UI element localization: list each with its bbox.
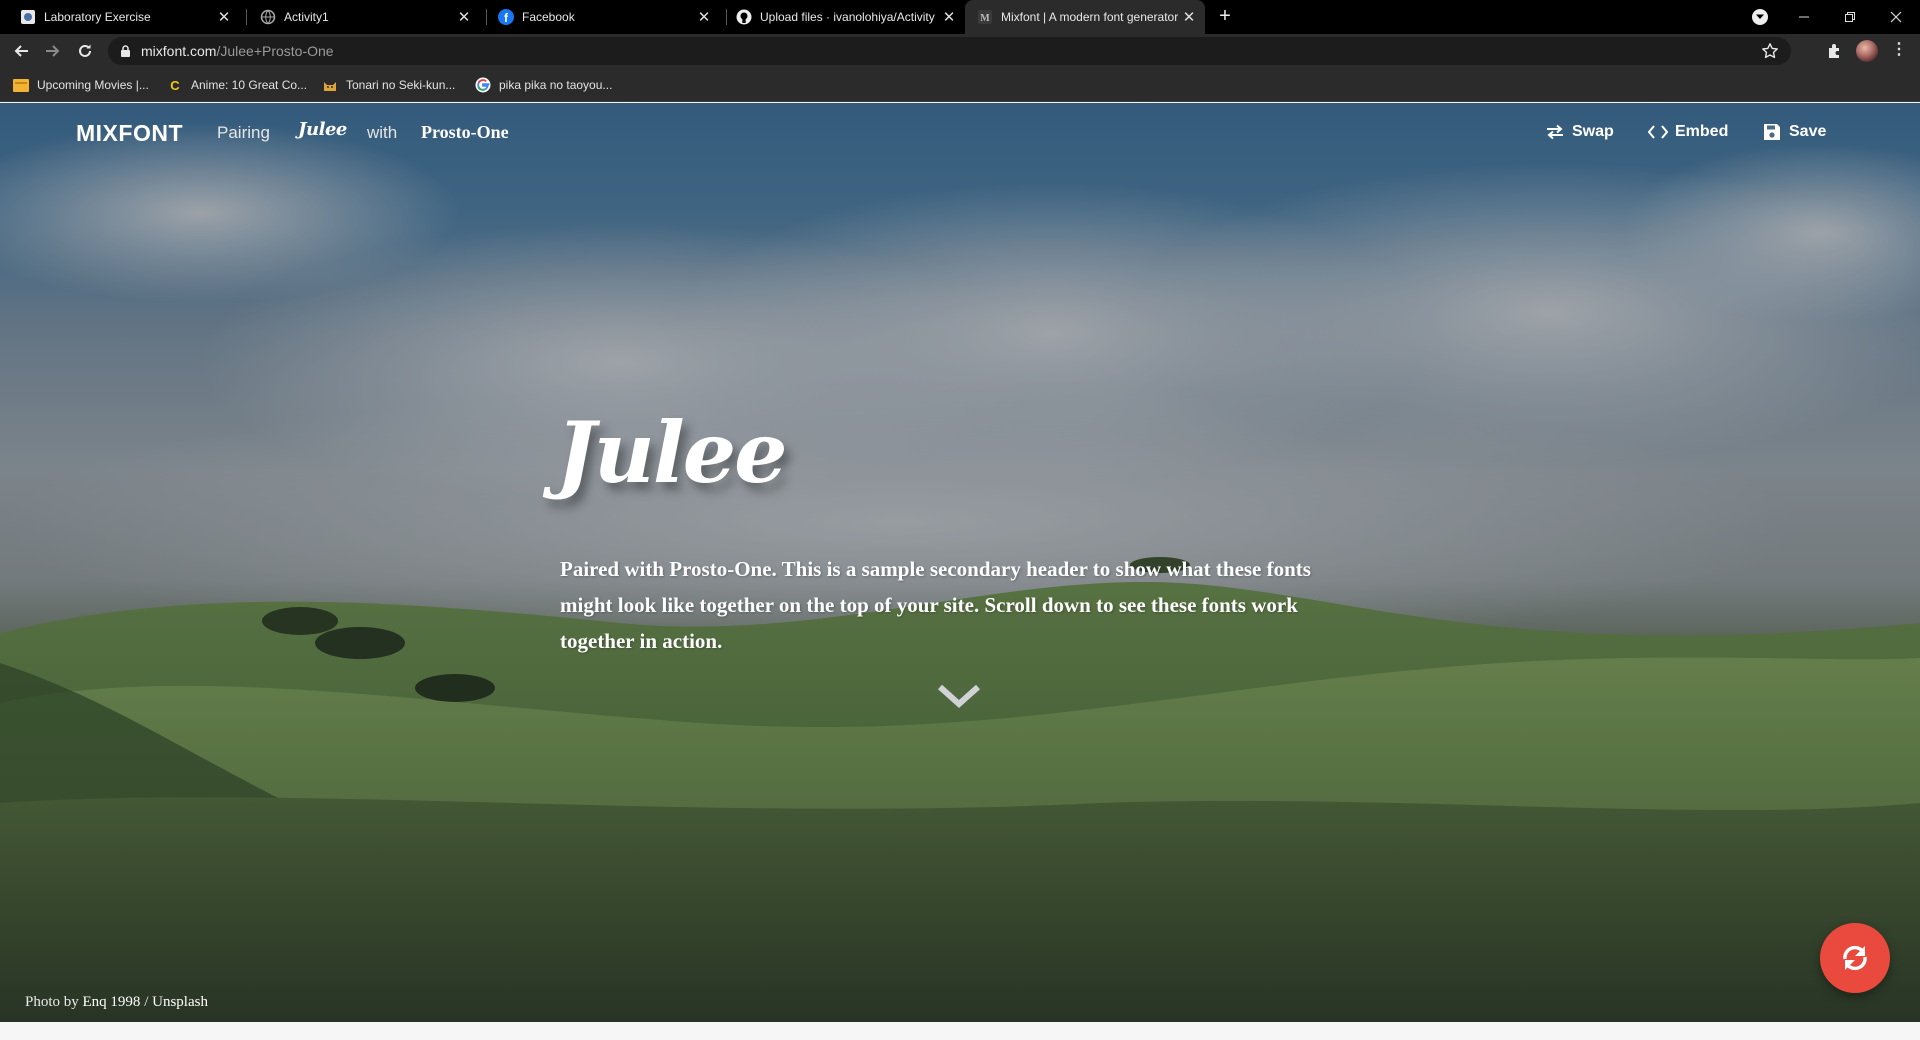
mixfont-favicon-icon: M [977, 9, 993, 25]
bookmark-label: Anime: 10 Great Co... [191, 78, 308, 92]
hero-section: MIXFONT Pairing Julee with Prosto-One Sw… [0, 103, 1920, 1022]
close-window-button[interactable] [1873, 0, 1919, 34]
tab-title: Activity1 [284, 10, 329, 24]
bookmark-label: pika pika no taoyou... [499, 78, 613, 92]
tab-title: Upload files · ivanolohiya/Activity [760, 10, 935, 24]
body-font-selector[interactable]: Prosto-One [421, 122, 509, 143]
swap-button[interactable]: Swap [1545, 121, 1614, 143]
svg-text:M: M [980, 13, 990, 24]
cat-icon [322, 77, 338, 93]
restore-icon [1845, 12, 1855, 22]
bookmark-anime-great-co[interactable]: C Anime: 10 Great Co... [167, 68, 307, 102]
back-arrow-icon [14, 45, 28, 57]
forward-arrow-icon [46, 45, 60, 57]
tab-title: Mixfont | A modern font generator [1001, 10, 1179, 24]
bookmark-star-icon[interactable] [1761, 42, 1779, 60]
tab-facebook[interactable]: f Facebook ✕ [480, 0, 720, 34]
c-logo-icon: C [170, 77, 180, 93]
hero-heading: Julee [556, 403, 788, 502]
bookmark-upcoming-movies[interactable]: Upcoming Movies |... [13, 68, 149, 102]
shuffle-fonts-button[interactable] [1820, 923, 1890, 993]
with-label: with [367, 123, 398, 142]
close-icon[interactable]: ✕ [214, 8, 234, 26]
extensions-puzzle-icon[interactable] [1826, 42, 1844, 60]
page-below-fold [0, 1022, 1920, 1040]
scroll-down-chevron-icon[interactable] [937, 683, 981, 709]
site-nav: MIXFONT Pairing Julee with Prosto-One Sw… [0, 103, 1920, 163]
refresh-icon [1843, 945, 1867, 971]
floppy-disk-icon [1762, 123, 1782, 141]
swap-label: Swap [1572, 123, 1614, 140]
globe-favicon-icon [260, 9, 276, 25]
heading-font-selector[interactable]: Julee [298, 119, 347, 140]
save-button[interactable]: Save [1762, 121, 1826, 143]
tab-github-upload[interactable]: Upload files · ivanolohiya/Activity ✕ [720, 0, 965, 34]
embed-label: Embed [1675, 123, 1729, 140]
embed-button[interactable]: Embed [1648, 121, 1728, 143]
swap-arrows-icon [1545, 123, 1565, 141]
new-tab-button[interactable]: + [1213, 6, 1237, 28]
restore-button[interactable] [1827, 0, 1873, 34]
bookmarks-bar: Upcoming Movies |... C Anime: 10 Great C… [0, 68, 1920, 102]
credit-author-link[interactable]: Enq 1998 [83, 994, 141, 1010]
bookmark-pika-pika[interactable]: pika pika no taoyou... [475, 68, 612, 102]
minimize-button[interactable] [1781, 0, 1827, 34]
close-icon[interactable]: ✕ [1179, 8, 1199, 26]
url-host: mixfont.com [141, 43, 217, 59]
address-bar[interactable]: mixfont.com/Julee+Prosto-One [108, 37, 1791, 65]
close-icon[interactable]: ✕ [694, 8, 714, 26]
tab-title: Facebook [522, 10, 575, 24]
avatar[interactable] [1856, 40, 1878, 62]
url-path: /Julee+Prosto-One [216, 43, 334, 59]
code-icon [1648, 123, 1668, 141]
forward-button[interactable] [41, 39, 65, 63]
browser-toolbar: mixfont.com/Julee+Prosto-One ⋮ [0, 34, 1920, 68]
facebook-favicon-icon: f [498, 9, 514, 25]
url-text: mixfont.com/Julee+Prosto-One [141, 43, 334, 59]
mixfont-logo[interactable]: MIXFONT [76, 120, 183, 147]
tab-title: Laboratory Exercise [44, 10, 151, 24]
bookmark-label: Tonari no Seki-kun... [346, 78, 456, 92]
google-icon [475, 77, 491, 93]
github-favicon-icon [736, 9, 752, 25]
browser-menu-icon[interactable]: ⋮ [1891, 42, 1907, 59]
hero-subheading: Paired with Prosto-One. This is a sample… [560, 557, 1311, 653]
tab-activity1[interactable]: Activity1 ✕ [240, 0, 480, 34]
credit-prefix: Photo by [25, 994, 79, 1010]
credit-site-link[interactable]: Unsplash [152, 994, 208, 1010]
tab-strip: Laboratory Exercise ✕ Activity1 ✕ f Face… [0, 0, 1920, 34]
reload-button[interactable] [73, 39, 97, 63]
pairing-label: Pairing [217, 123, 270, 142]
profile-dropdown-icon[interactable] [1752, 9, 1768, 25]
browser-window: Laboratory Exercise ✕ Activity1 ✕ f Face… [0, 0, 1920, 1040]
photo-credit: Photo by Enq 1998 / Unsplash [25, 994, 208, 1011]
tab-mixfont[interactable]: M Mixfont | A modern font generator ✕ [965, 0, 1205, 34]
bookmark-label: Upcoming Movies |... [37, 78, 149, 92]
minimize-icon [1799, 16, 1809, 18]
folder-icon [13, 77, 29, 93]
bookmark-tonari-no-seki-kun[interactable]: Tonari no Seki-kun... [322, 68, 455, 102]
reload-icon [79, 44, 91, 57]
close-icon[interactable]: ✕ [454, 8, 474, 26]
close-icon [1890, 11, 1902, 23]
back-button[interactable] [9, 39, 33, 63]
tab-laboratory-exercise[interactable]: Laboratory Exercise ✕ [0, 0, 240, 34]
lab-favicon-icon [20, 9, 36, 25]
close-icon[interactable]: ✕ [939, 8, 959, 26]
lock-icon [121, 45, 130, 57]
save-label: Save [1789, 123, 1827, 140]
credit-separator: / [144, 994, 149, 1010]
